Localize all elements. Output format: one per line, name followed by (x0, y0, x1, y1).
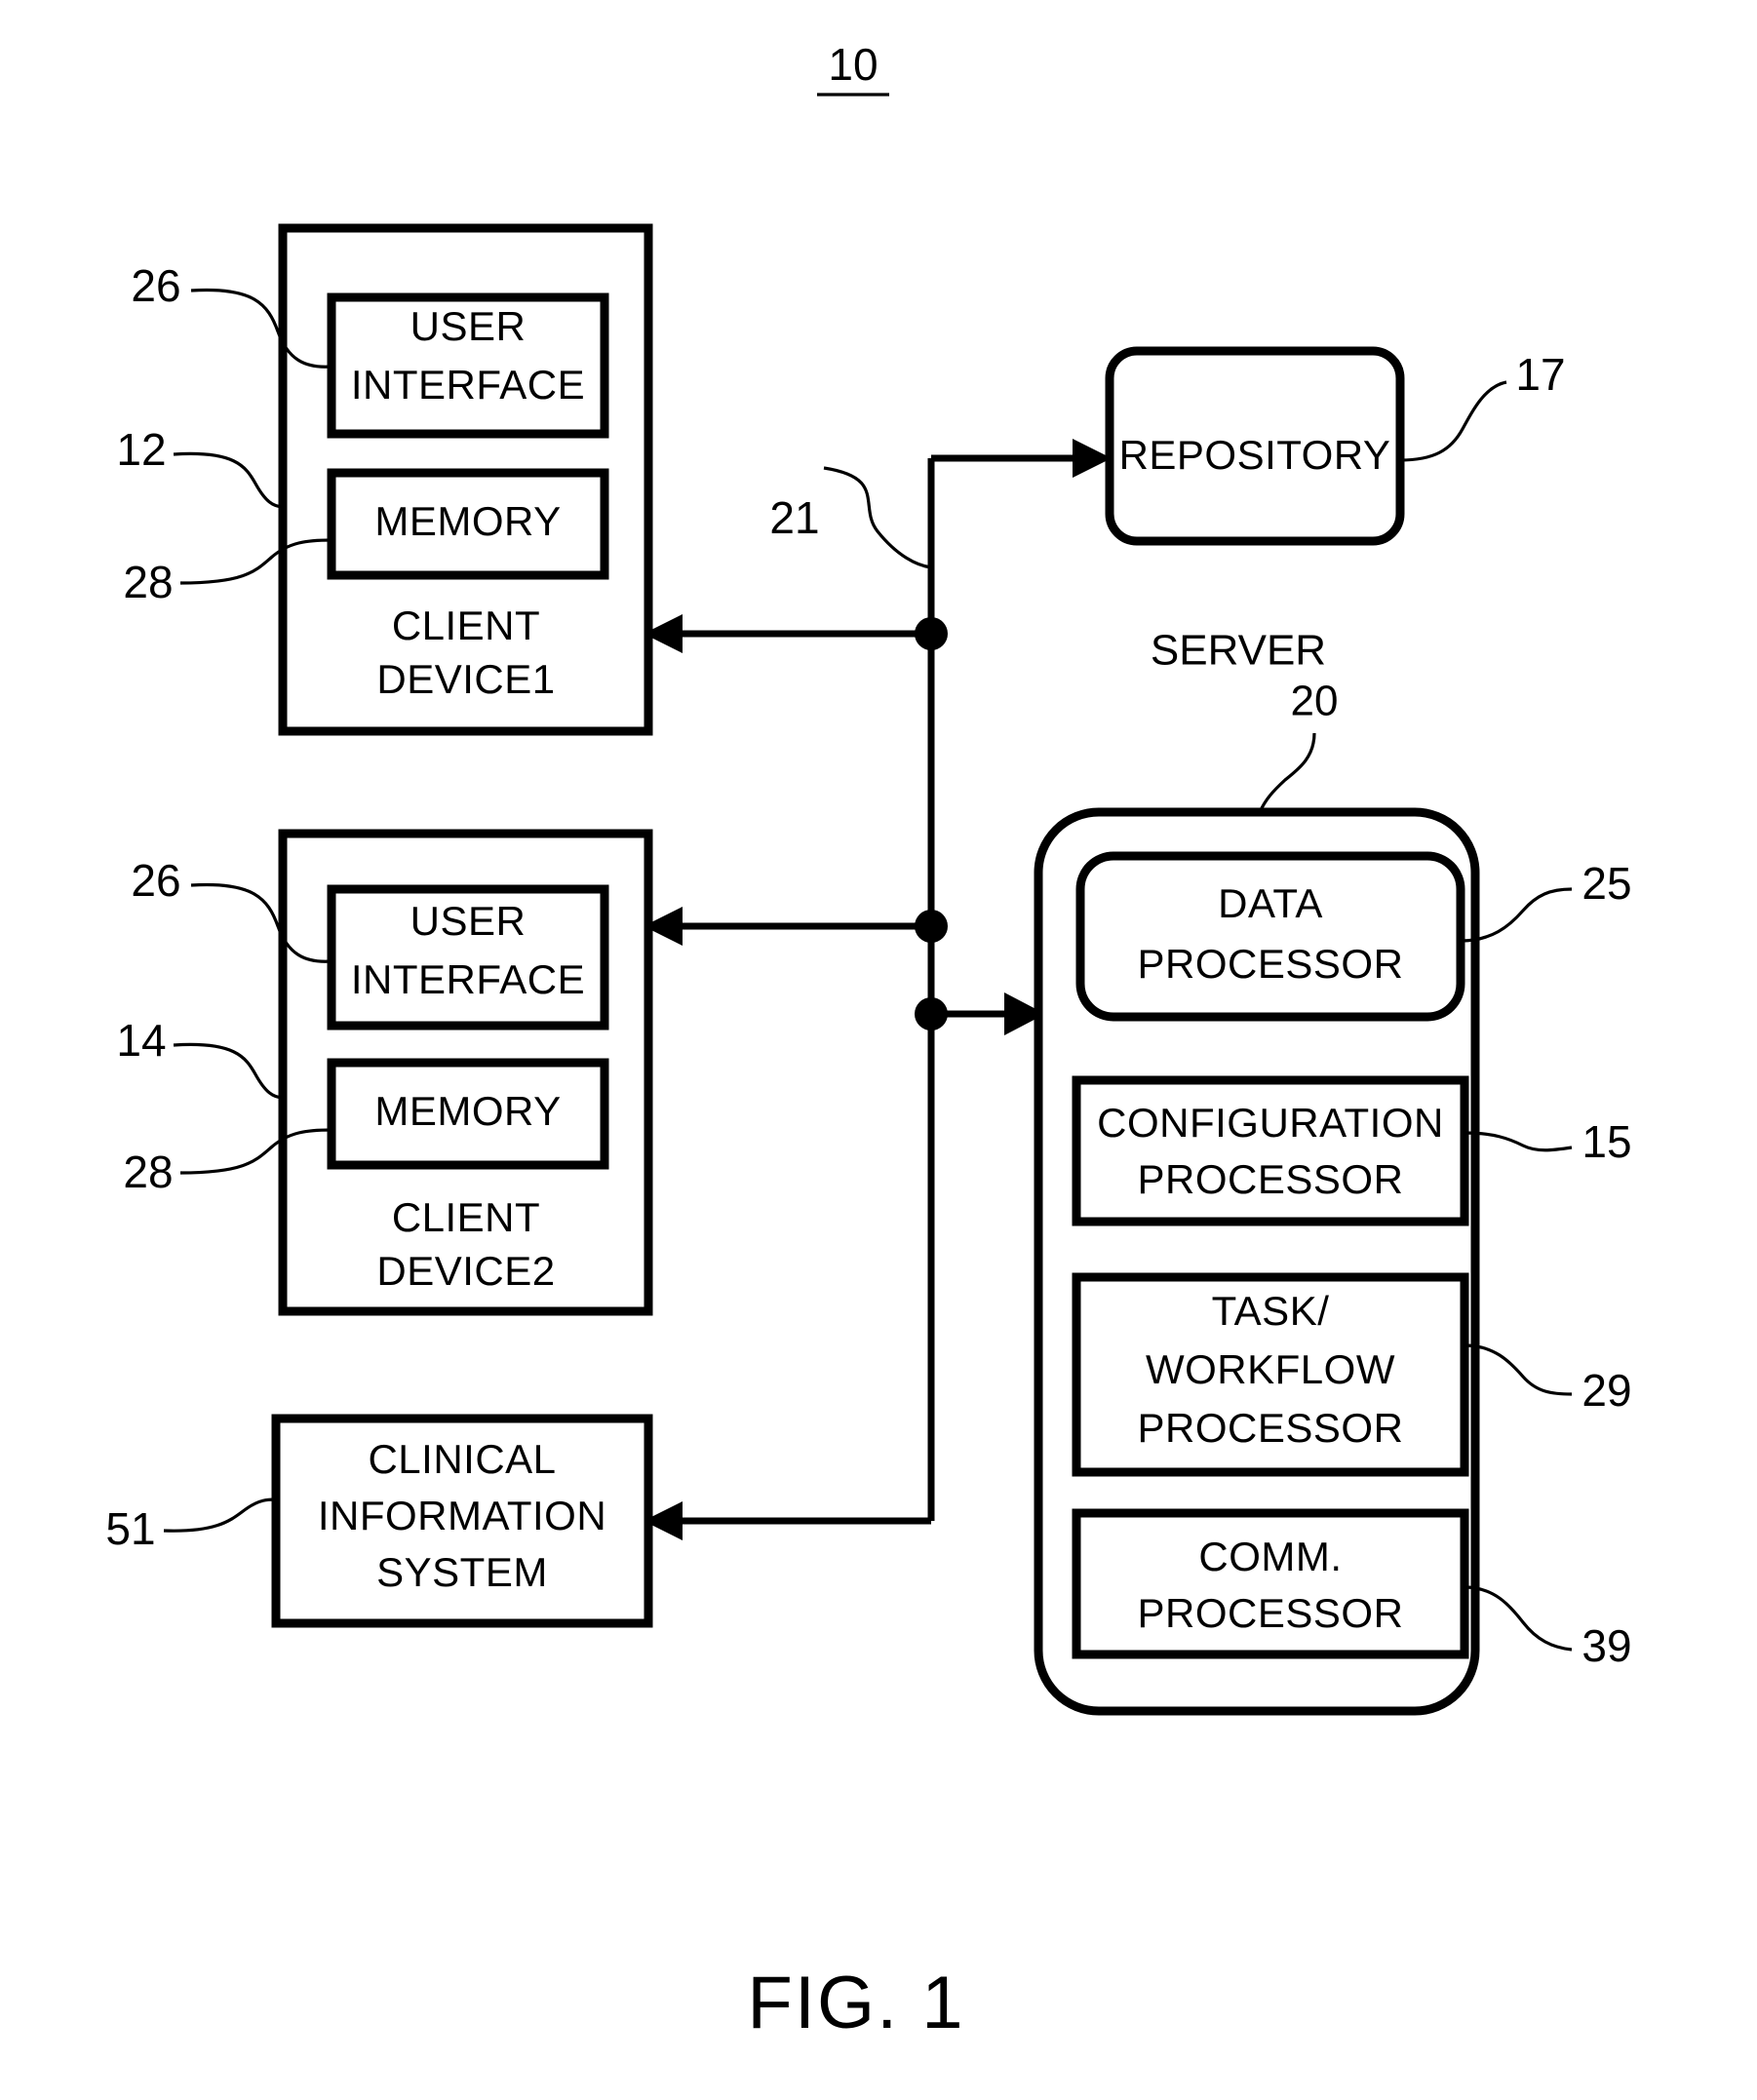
leader-server-20 (1258, 732, 1316, 813)
ref-number-28-client1: 28 (123, 557, 173, 607)
leader-bus-21 (823, 466, 932, 569)
system-block-diagram: 10 21 USER INTERFACE MEMORY CLIENT DEVIC… (105, 39, 1631, 2044)
leader-comm-processor-39 (1464, 1585, 1573, 1652)
cis-label-line3: SYSTEM (376, 1549, 548, 1595)
leader-repository-17 (1399, 380, 1507, 462)
figure-caption: FIG. 1 (747, 1962, 964, 2044)
server-title: SERVER (1151, 627, 1326, 675)
task-workflow-processor-label-line2: WORKFLOW (1146, 1346, 1395, 1392)
leader-configuration-processor-15 (1464, 1131, 1573, 1152)
data-processor-label-line2: PROCESSOR (1138, 941, 1404, 987)
ref-number-26-client2: 26 (131, 855, 180, 906)
client2-title-line1: CLIENT (392, 1194, 540, 1240)
ref-number-29: 29 (1581, 1365, 1631, 1416)
ref-number-17: 17 (1515, 349, 1565, 400)
client1-ui-label-line2: INTERFACE (351, 362, 585, 408)
client2-ui-label-line1: USER (410, 898, 527, 944)
leader-task-workflow-processor-29 (1464, 1343, 1573, 1396)
leader-cis-51 (163, 1497, 277, 1533)
ref-number-39: 39 (1581, 1620, 1631, 1671)
ref-number-14: 14 (116, 1015, 166, 1066)
patent-figure-page: 10 21 USER INTERFACE MEMORY CLIENT DEVIC… (0, 0, 1757, 2100)
ref-number-25: 25 (1581, 858, 1631, 909)
junction-dot-server (915, 997, 948, 1031)
configuration-processor-label-line1: CONFIGURATION (1097, 1100, 1444, 1146)
repository-label: REPOSITORY (1119, 432, 1391, 478)
ref-number-15: 15 (1581, 1116, 1631, 1167)
client2-memory-label: MEMORY (374, 1088, 561, 1134)
configuration-processor-label-line2: PROCESSOR (1138, 1156, 1404, 1202)
ref-number-21: 21 (769, 492, 819, 543)
comm-processor-label-line2: PROCESSOR (1138, 1590, 1404, 1636)
junction-dot-client1 (915, 617, 948, 650)
client1-title-line2: DEVICE1 (376, 656, 555, 702)
task-workflow-processor-label-line1: TASK/ (1212, 1288, 1330, 1334)
server-ref-number: 20 (1291, 678, 1339, 725)
comm-processor-label-line1: COMM. (1198, 1534, 1342, 1579)
leader-client2-14 (173, 1042, 285, 1100)
cis-label-line2: INFORMATION (318, 1493, 606, 1538)
cis-label-line1: CLINICAL (368, 1436, 556, 1482)
client1-title-line1: CLIENT (392, 603, 540, 648)
client2-ui-label-line2: INTERFACE (351, 956, 585, 1002)
data-processor-label-line1: DATA (1218, 880, 1323, 926)
leader-client1-12 (173, 451, 285, 509)
task-workflow-processor-label-line3: PROCESSOR (1138, 1405, 1404, 1451)
client2-title-line2: DEVICE2 (376, 1248, 555, 1294)
client1-ui-label-line1: USER (410, 303, 527, 349)
system-number: 10 (828, 39, 878, 90)
ref-number-28-client2: 28 (123, 1147, 173, 1197)
client1-memory-label: MEMORY (374, 498, 561, 544)
junction-dot-client2 (915, 910, 948, 943)
ref-number-26-client1: 26 (131, 260, 180, 311)
ref-number-12: 12 (116, 424, 166, 475)
ref-number-51: 51 (105, 1503, 155, 1554)
